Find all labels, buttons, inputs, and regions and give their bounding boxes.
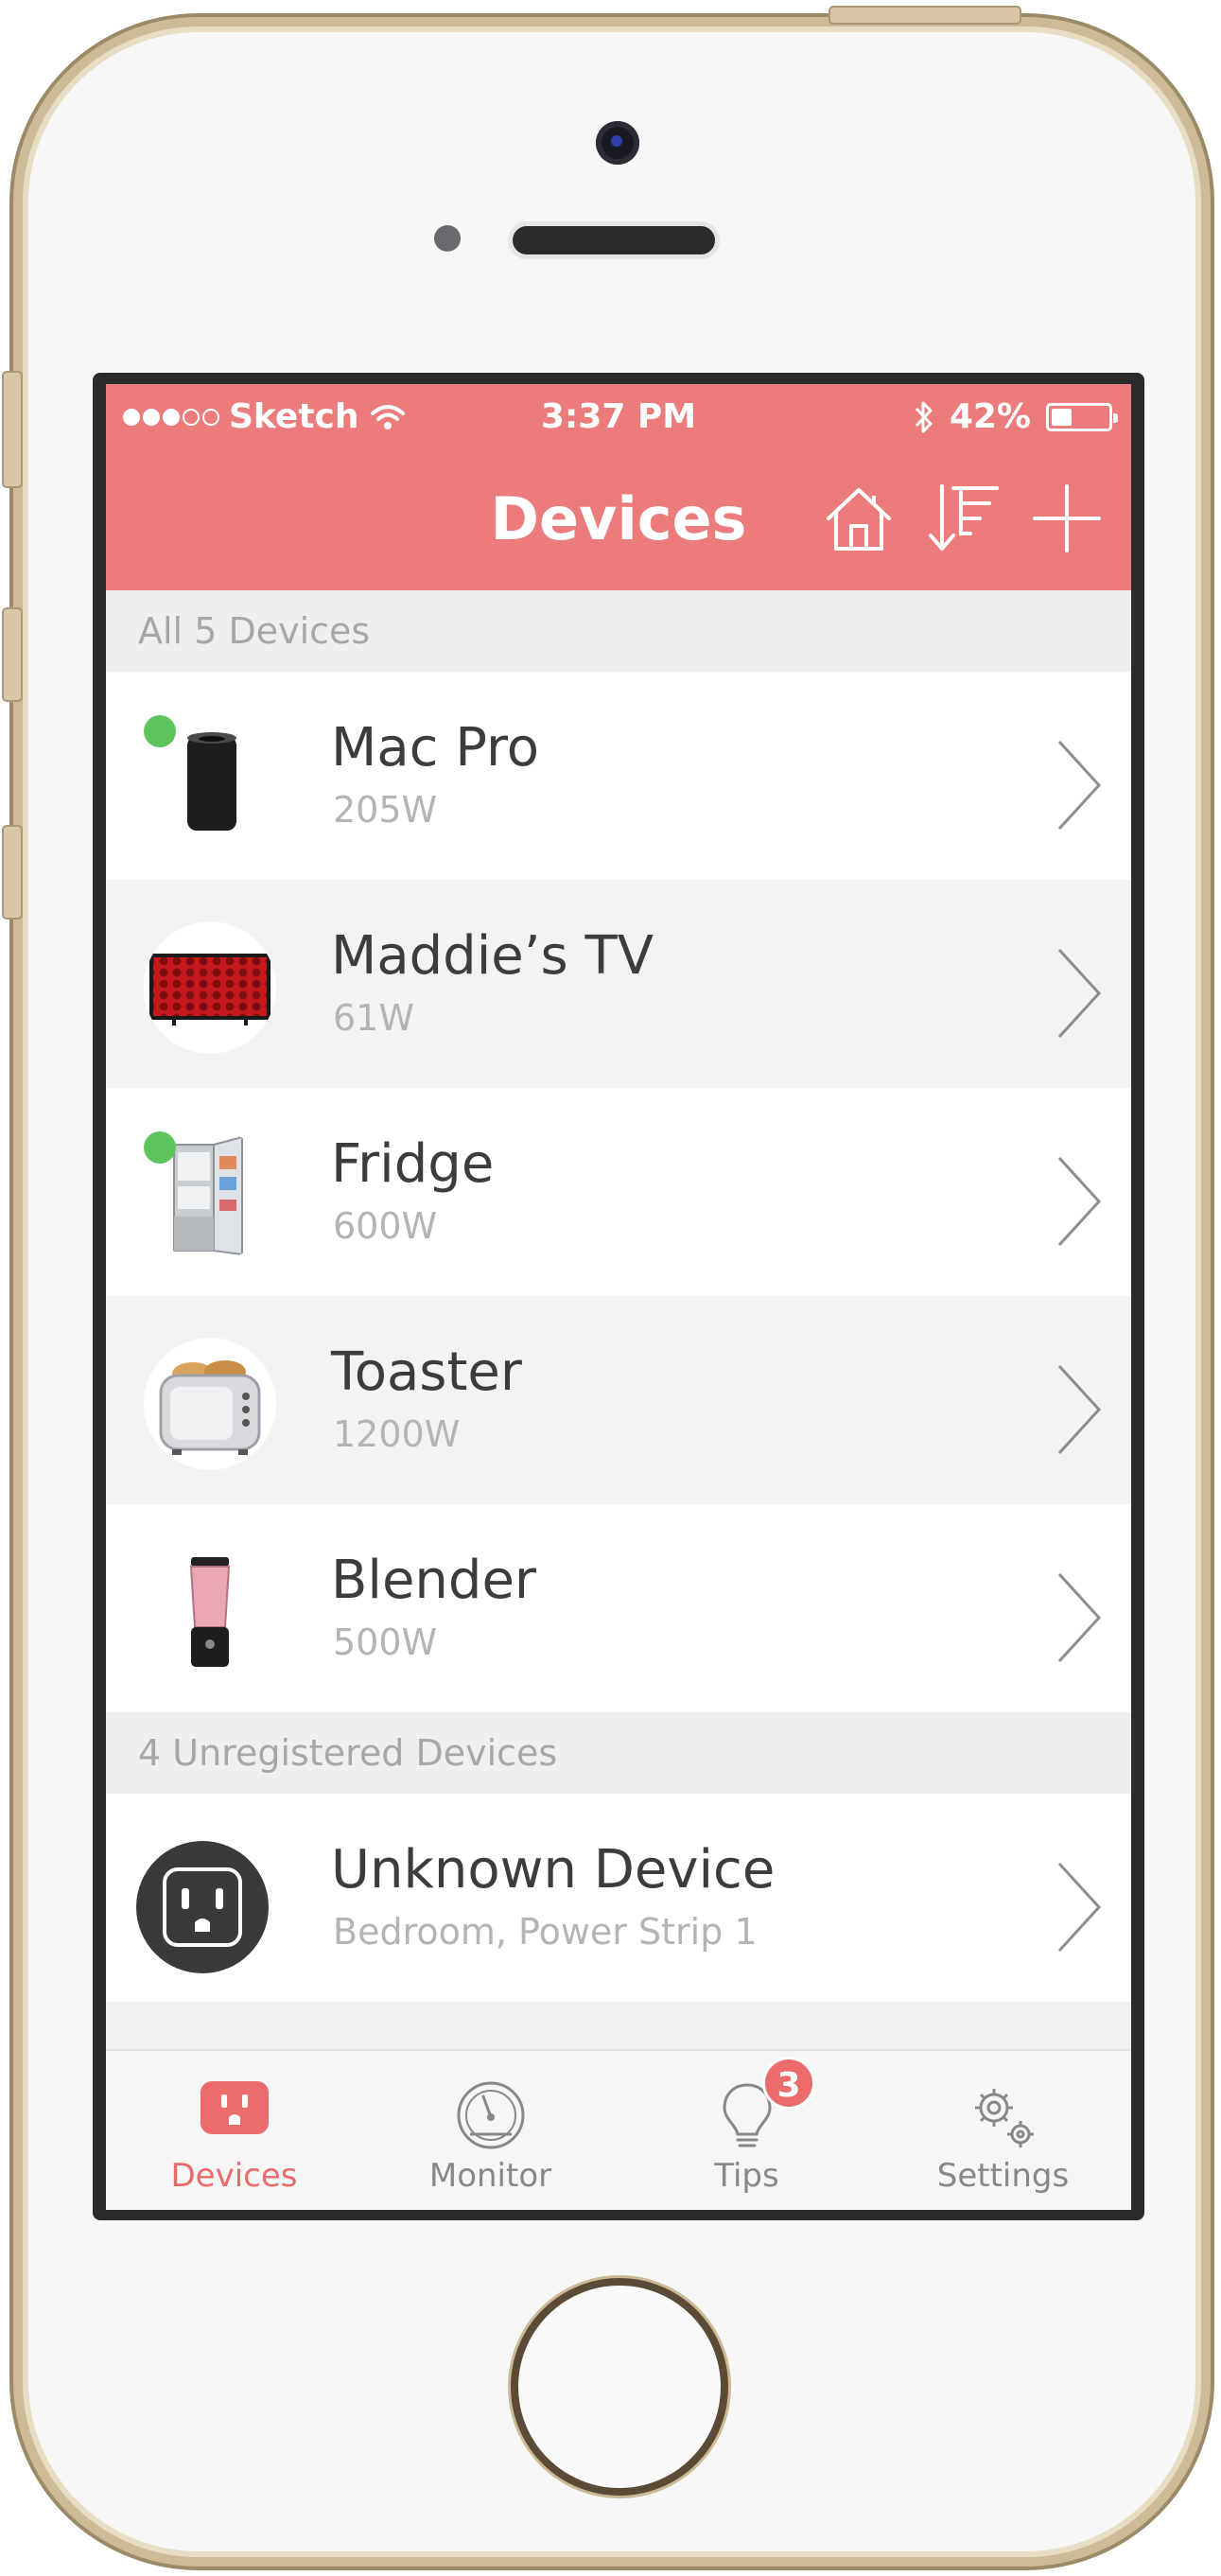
device-name: Mac Pro xyxy=(331,717,540,779)
device-name: Fridge xyxy=(331,1133,495,1195)
status-right-group: 42% xyxy=(914,397,1118,436)
tv-thumbnail xyxy=(144,921,276,1054)
device-row-unknown[interactable]: Unknown Device Bedroom, Power Strip 1 xyxy=(106,1794,1131,2002)
chevron-right-icon xyxy=(1057,1572,1102,1663)
sort-icon[interactable] xyxy=(927,482,999,554)
device-row-blender[interactable]: Blender 500W xyxy=(106,1504,1131,1712)
home-icon[interactable] xyxy=(823,482,895,554)
power-button xyxy=(829,6,1021,25)
battery-level xyxy=(1052,408,1072,426)
toaster-thumbnail xyxy=(144,1338,276,1470)
tab-label: Devices xyxy=(170,2157,298,2195)
add-icon[interactable] xyxy=(1031,482,1103,554)
outlet-icon xyxy=(200,2081,269,2134)
device-name: Blender xyxy=(331,1550,536,1611)
tab-label: Tips xyxy=(714,2157,779,2195)
volume-down-button xyxy=(2,825,23,920)
chevron-right-icon xyxy=(1057,948,1102,1039)
device-row-maddies-tv[interactable]: Maddie’s TV 61W xyxy=(106,880,1131,1088)
mute-switch xyxy=(2,371,23,488)
device-row-toaster[interactable]: Toaster 1200W xyxy=(106,1296,1131,1504)
tab-label: Settings xyxy=(936,2157,1070,2195)
battery-icon xyxy=(1046,402,1118,431)
section-header-unregistered: 4 Unregistered Devices xyxy=(106,1712,1131,1794)
home-button[interactable] xyxy=(511,2278,728,2496)
tab-devices[interactable]: Devices xyxy=(106,2051,362,2210)
device-name: Maddie’s TV xyxy=(331,925,654,987)
device-power: 1200W xyxy=(333,1413,461,1455)
device-power: 600W xyxy=(333,1205,438,1247)
tab-settings[interactable]: Settings xyxy=(875,2051,1131,2210)
chevron-right-icon xyxy=(1057,1364,1102,1455)
header-actions xyxy=(823,482,1103,554)
tips-badge: 3 xyxy=(762,2057,815,2110)
tab-monitor[interactable]: Monitor xyxy=(362,2051,619,2210)
device-name: Toaster xyxy=(331,1341,522,1403)
chevron-right-icon xyxy=(1057,740,1102,831)
gears-icon xyxy=(974,2089,1034,2147)
chevron-right-icon xyxy=(1057,1862,1102,1953)
gauge-icon xyxy=(457,2081,524,2149)
device-row-mac-pro[interactable]: Mac Pro 205W xyxy=(106,672,1131,880)
tab-bar: Devices Monitor 3 Tips Settings xyxy=(106,2049,1131,2210)
device-name: Unknown Device xyxy=(331,1839,776,1901)
list-footer-spacer xyxy=(106,2002,1131,2049)
front-camera xyxy=(596,121,639,165)
tab-tips[interactable]: 3 Tips xyxy=(619,2051,875,2210)
device-power: 205W xyxy=(333,789,438,831)
blender-thumbnail xyxy=(144,1546,276,1678)
outlet-icon xyxy=(136,1841,269,1973)
volume-up-button xyxy=(2,607,23,702)
tab-label: Monitor xyxy=(428,2157,552,2195)
section-header-registered: All 5 Devices xyxy=(106,590,1131,672)
bluetooth-icon xyxy=(915,401,933,432)
app-screen: Sketch 3:37 PM 42% Devices All 5 Devices… xyxy=(106,384,1131,2210)
device-row-fridge[interactable]: Fridge 600W xyxy=(106,1088,1131,1296)
status-bar: Sketch 3:37 PM 42% xyxy=(106,384,1131,454)
device-location: Bedroom, Power Strip 1 xyxy=(333,1911,758,1953)
chevron-right-icon xyxy=(1057,1156,1102,1247)
earpiece-speaker xyxy=(508,221,720,259)
online-indicator xyxy=(144,1131,176,1164)
online-indicator xyxy=(144,715,176,747)
nav-header: Sketch 3:37 PM 42% Devices xyxy=(106,384,1131,590)
battery-percentage: 42% xyxy=(949,397,1031,436)
device-power: 500W xyxy=(333,1621,438,1663)
proximity-sensor xyxy=(434,225,461,252)
device-power: 61W xyxy=(333,997,414,1039)
